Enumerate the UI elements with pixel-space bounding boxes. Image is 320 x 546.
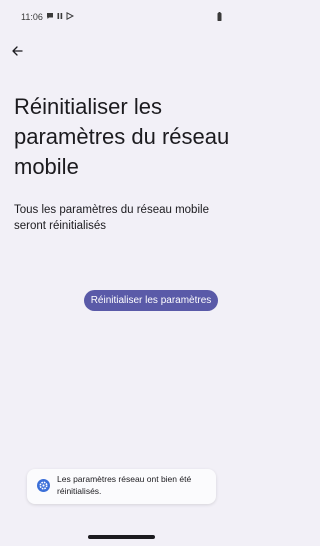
status-notification-icons bbox=[46, 12, 74, 20]
status-bar: 11:06 bbox=[0, 0, 243, 34]
chat-icon bbox=[47, 13, 53, 19]
gesture-nav-handle[interactable] bbox=[88, 535, 155, 539]
toast-notification: Les paramètres réseau ont bien été réini… bbox=[27, 469, 216, 504]
toast-message: Les paramètres réseau ont bien été réini… bbox=[57, 474, 192, 496]
arrow-back-icon bbox=[12, 46, 23, 56]
play-store-icon bbox=[66, 12, 74, 20]
pause-icon bbox=[57, 13, 63, 19]
battery-icon bbox=[217, 12, 222, 21]
page-description: Tous les paramètres du réseau mobile ser… bbox=[14, 204, 209, 232]
reset-settings-button[interactable]: Réinitialiser les paramètres bbox=[84, 290, 218, 311]
status-time: 11:06 bbox=[21, 12, 43, 22]
page-title: Réinitialiser les paramètres du réseau m… bbox=[14, 94, 230, 179]
back-button[interactable] bbox=[6, 40, 28, 62]
settings-gear-icon bbox=[37, 479, 50, 492]
